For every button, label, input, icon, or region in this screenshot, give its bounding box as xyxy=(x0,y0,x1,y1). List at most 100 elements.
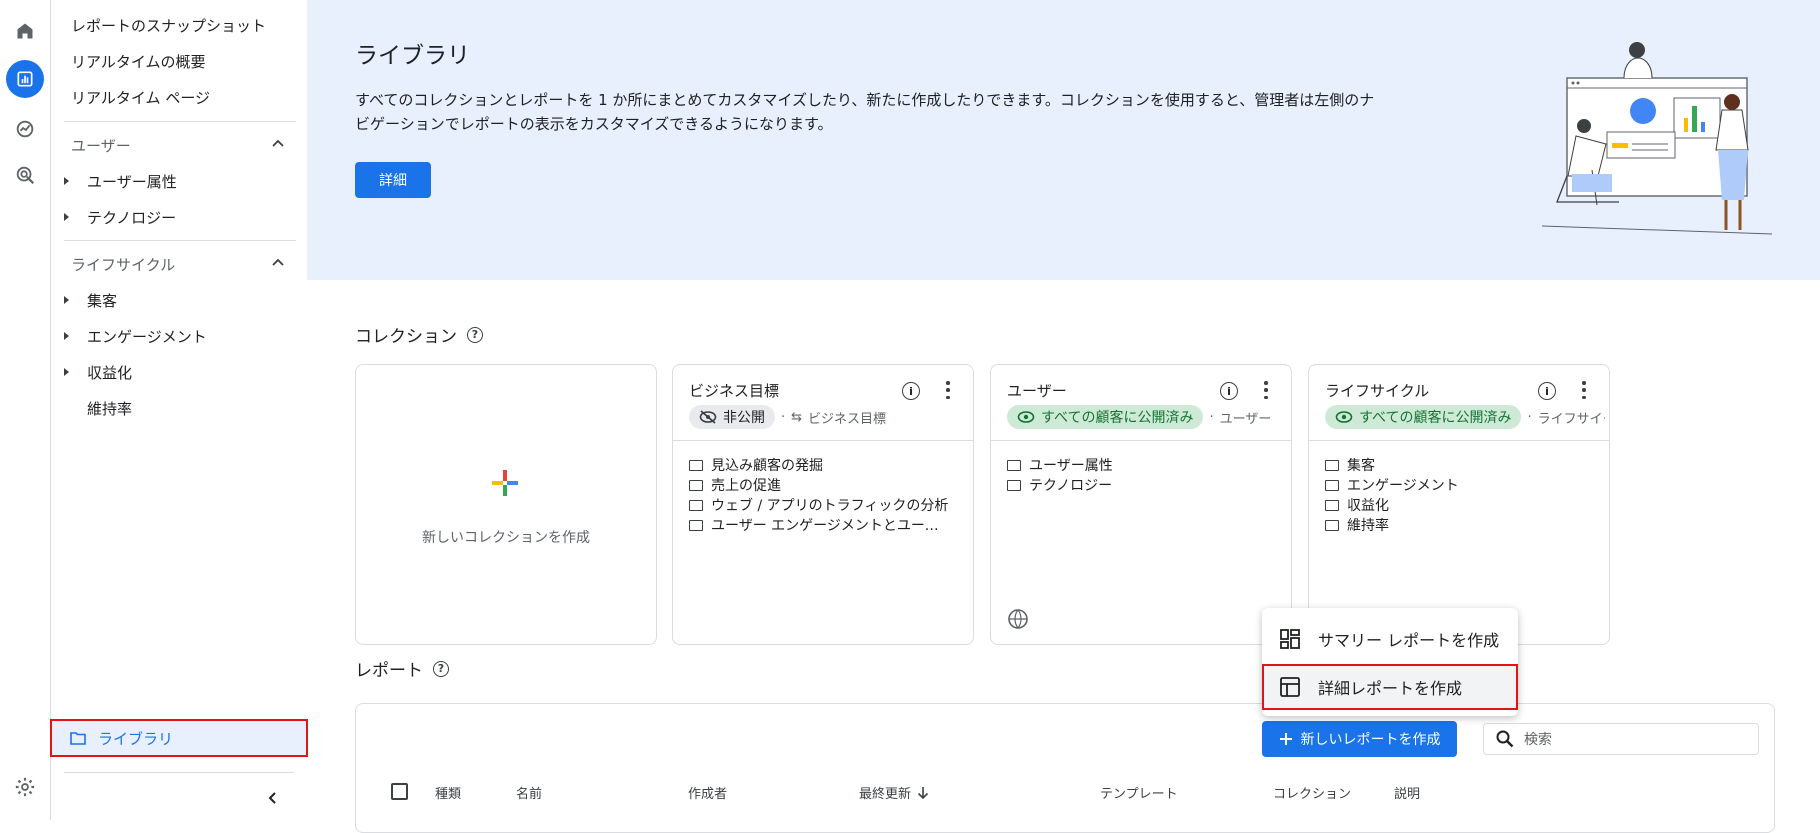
nav-divider xyxy=(64,121,296,122)
help-icon[interactable]: ? xyxy=(467,326,483,343)
search-input[interactable]: 検索 xyxy=(1524,729,1552,749)
more-vert-icon[interactable] xyxy=(945,381,951,399)
visibility-icon xyxy=(1335,411,1353,423)
chevron-up-icon[interactable] xyxy=(270,255,286,271)
nav-divider xyxy=(64,772,294,773)
column-header-description[interactable]: 説明 xyxy=(1394,783,1420,802)
card-divider xyxy=(991,440,1291,441)
dashboard-icon xyxy=(1280,629,1300,649)
nav-divider xyxy=(64,240,296,241)
info-icon[interactable]: i xyxy=(1538,382,1556,400)
separator-dot: · xyxy=(1527,409,1532,425)
list-item: 集客 xyxy=(1325,455,1459,475)
collection-card-business[interactable]: ビジネス目標 i 非公開 · ⇆ ビジネス目標 見込み顧客の発掘 売上の促進 ウ… xyxy=(672,364,974,645)
list-item: 売上の促進 xyxy=(689,475,951,495)
nav-item-monetization[interactable]: 収益化 xyxy=(87,362,132,383)
more-vert-icon[interactable] xyxy=(1581,381,1587,399)
nav-section-lifecycle[interactable]: ライフサイクル xyxy=(71,254,175,275)
collections-title: コレクション xyxy=(355,327,457,347)
home-icon[interactable] xyxy=(6,12,44,50)
list-item: ウェブ / アプリのトラフィックの分析 xyxy=(689,495,951,515)
new-collection-label: 新しいコレクションを作成 xyxy=(422,530,590,546)
folder-icon xyxy=(1325,499,1339,511)
nav-item-realtime-overview[interactable]: リアルタイムの概要 xyxy=(71,51,206,72)
nav-item-snapshot[interactable]: レポートのスナップショット xyxy=(71,15,266,36)
list-item: ユーザー エンゲージメントとユーザー維持率の確認 xyxy=(689,515,951,535)
collection-card-lifecycle[interactable]: ライフサイクル i すべての顧客に公開済み · ライフサイクル 集客 エンゲージ… xyxy=(1308,364,1610,645)
collapse-nav-icon[interactable] xyxy=(265,790,281,806)
expand-arrow-icon[interactable] xyxy=(64,296,69,304)
folder-icon xyxy=(689,519,703,531)
folder-icon xyxy=(689,479,703,491)
reports-title: レポート xyxy=(355,661,423,681)
info-icon[interactable]: i xyxy=(1220,382,1238,400)
select-all-checkbox[interactable] xyxy=(391,783,408,800)
nav-item-retention[interactable]: 維持率 xyxy=(87,398,132,419)
advertising-icon[interactable] xyxy=(6,156,44,194)
card-divider xyxy=(673,440,973,441)
help-icon[interactable]: ? xyxy=(433,660,449,677)
new-report-button[interactable]: 新しいレポートを作成 xyxy=(1262,721,1457,757)
card-template: ユーザー xyxy=(1219,411,1272,427)
list-item: 維持率 xyxy=(1325,515,1459,535)
nav-item-acquisition[interactable]: 集客 xyxy=(87,290,117,311)
explore-icon[interactable] xyxy=(6,110,44,148)
nav-section-user[interactable]: ユーザー xyxy=(71,135,131,156)
new-report-menu: サマリー レポートを作成 詳細レポートを作成 xyxy=(1262,608,1518,716)
details-button[interactable]: 詳細 xyxy=(355,162,431,198)
card-topic-list: 見込み顧客の発掘 売上の促進 ウェブ / アプリのトラフィックの分析 ユーザー … xyxy=(689,455,951,535)
banner-description: すべてのコレクションとレポートを 1 か所にまとめてカスタマイズしたり、新たに作… xyxy=(355,91,1375,133)
chevron-up-icon[interactable] xyxy=(270,136,286,152)
folder-icon xyxy=(1325,479,1339,491)
folder-icon xyxy=(689,459,703,471)
column-header-type[interactable]: 種類 xyxy=(435,783,461,802)
expand-arrow-icon[interactable] xyxy=(64,332,69,340)
card-title: ライフサイクル xyxy=(1325,382,1430,400)
nav-item-technology[interactable]: テクノロジー xyxy=(87,207,176,228)
nav-item-demographics[interactable]: ユーザー属性 xyxy=(87,171,177,192)
column-header-name[interactable]: 名前 xyxy=(516,783,542,802)
expand-arrow-icon[interactable] xyxy=(64,213,69,221)
nav-item-realtime-page[interactable]: リアルタイム ページ xyxy=(71,87,210,108)
report-nav: レポートのスナップショット リアルタイムの概要 リアルタイム ページ ユーザー … xyxy=(52,0,307,820)
reports-header: レポート ? xyxy=(355,656,449,681)
folder-icon xyxy=(1007,479,1021,491)
collection-card-user[interactable]: ユーザー i すべての顧客に公開済み · ユーザー ユーザー属性 テクノロジー xyxy=(990,364,1292,645)
search-icon xyxy=(1496,730,1514,748)
card-template: ライフサイクル xyxy=(1537,411,1605,427)
card-divider xyxy=(1309,440,1609,441)
icon-rail xyxy=(0,0,51,820)
expand-arrow-icon[interactable] xyxy=(64,368,69,376)
nav-item-library[interactable]: ライブラリ xyxy=(50,719,308,757)
report-search[interactable]: 検索 xyxy=(1483,723,1759,755)
folder-icon xyxy=(1325,459,1339,471)
column-header-last-updated[interactable]: 最終更新 xyxy=(859,783,929,802)
reports-icon[interactable] xyxy=(6,60,44,98)
nav-item-library-label: ライブラリ xyxy=(98,729,174,748)
new-collection-card[interactable]: 新しいコレクションを作成 xyxy=(355,364,657,645)
settings-icon[interactable] xyxy=(6,768,44,806)
menu-item-detail-report[interactable]: 詳細レポートを作成 xyxy=(1262,664,1518,710)
visibility-icon xyxy=(1017,411,1035,423)
expand-arrow-icon[interactable] xyxy=(64,177,69,185)
info-icon[interactable]: i xyxy=(902,382,920,400)
table-icon xyxy=(1280,677,1300,697)
library-illustration xyxy=(1541,42,1772,235)
list-item: 見込み顧客の発掘 xyxy=(689,455,951,475)
column-header-template[interactable]: テンプレート xyxy=(1100,783,1178,802)
menu-item-summary-report[interactable]: サマリー レポートを作成 xyxy=(1262,616,1518,662)
card-topic-list: ユーザー属性 テクノロジー xyxy=(1007,455,1113,495)
column-header-creator[interactable]: 作成者 xyxy=(688,783,727,802)
status-badge: すべての顧客に公開済み xyxy=(1007,405,1204,429)
list-item: ユーザー属性 xyxy=(1007,455,1113,475)
folder-icon xyxy=(70,732,86,745)
folder-icon xyxy=(1007,459,1021,471)
more-vert-icon[interactable] xyxy=(1263,381,1269,399)
template-link-icon: ⇆ xyxy=(791,409,803,425)
status-badge: すべての顧客に公開済み xyxy=(1325,405,1522,429)
add-icon xyxy=(1279,733,1292,745)
card-tags: 非公開 · ⇆ ビジネス目標 xyxy=(689,405,969,429)
nav-item-engagement[interactable]: エンゲージメント xyxy=(87,326,207,347)
column-header-collection[interactable]: コレクション xyxy=(1273,783,1351,802)
card-tags: すべての顧客に公開済み · ユーザー xyxy=(1007,405,1287,429)
